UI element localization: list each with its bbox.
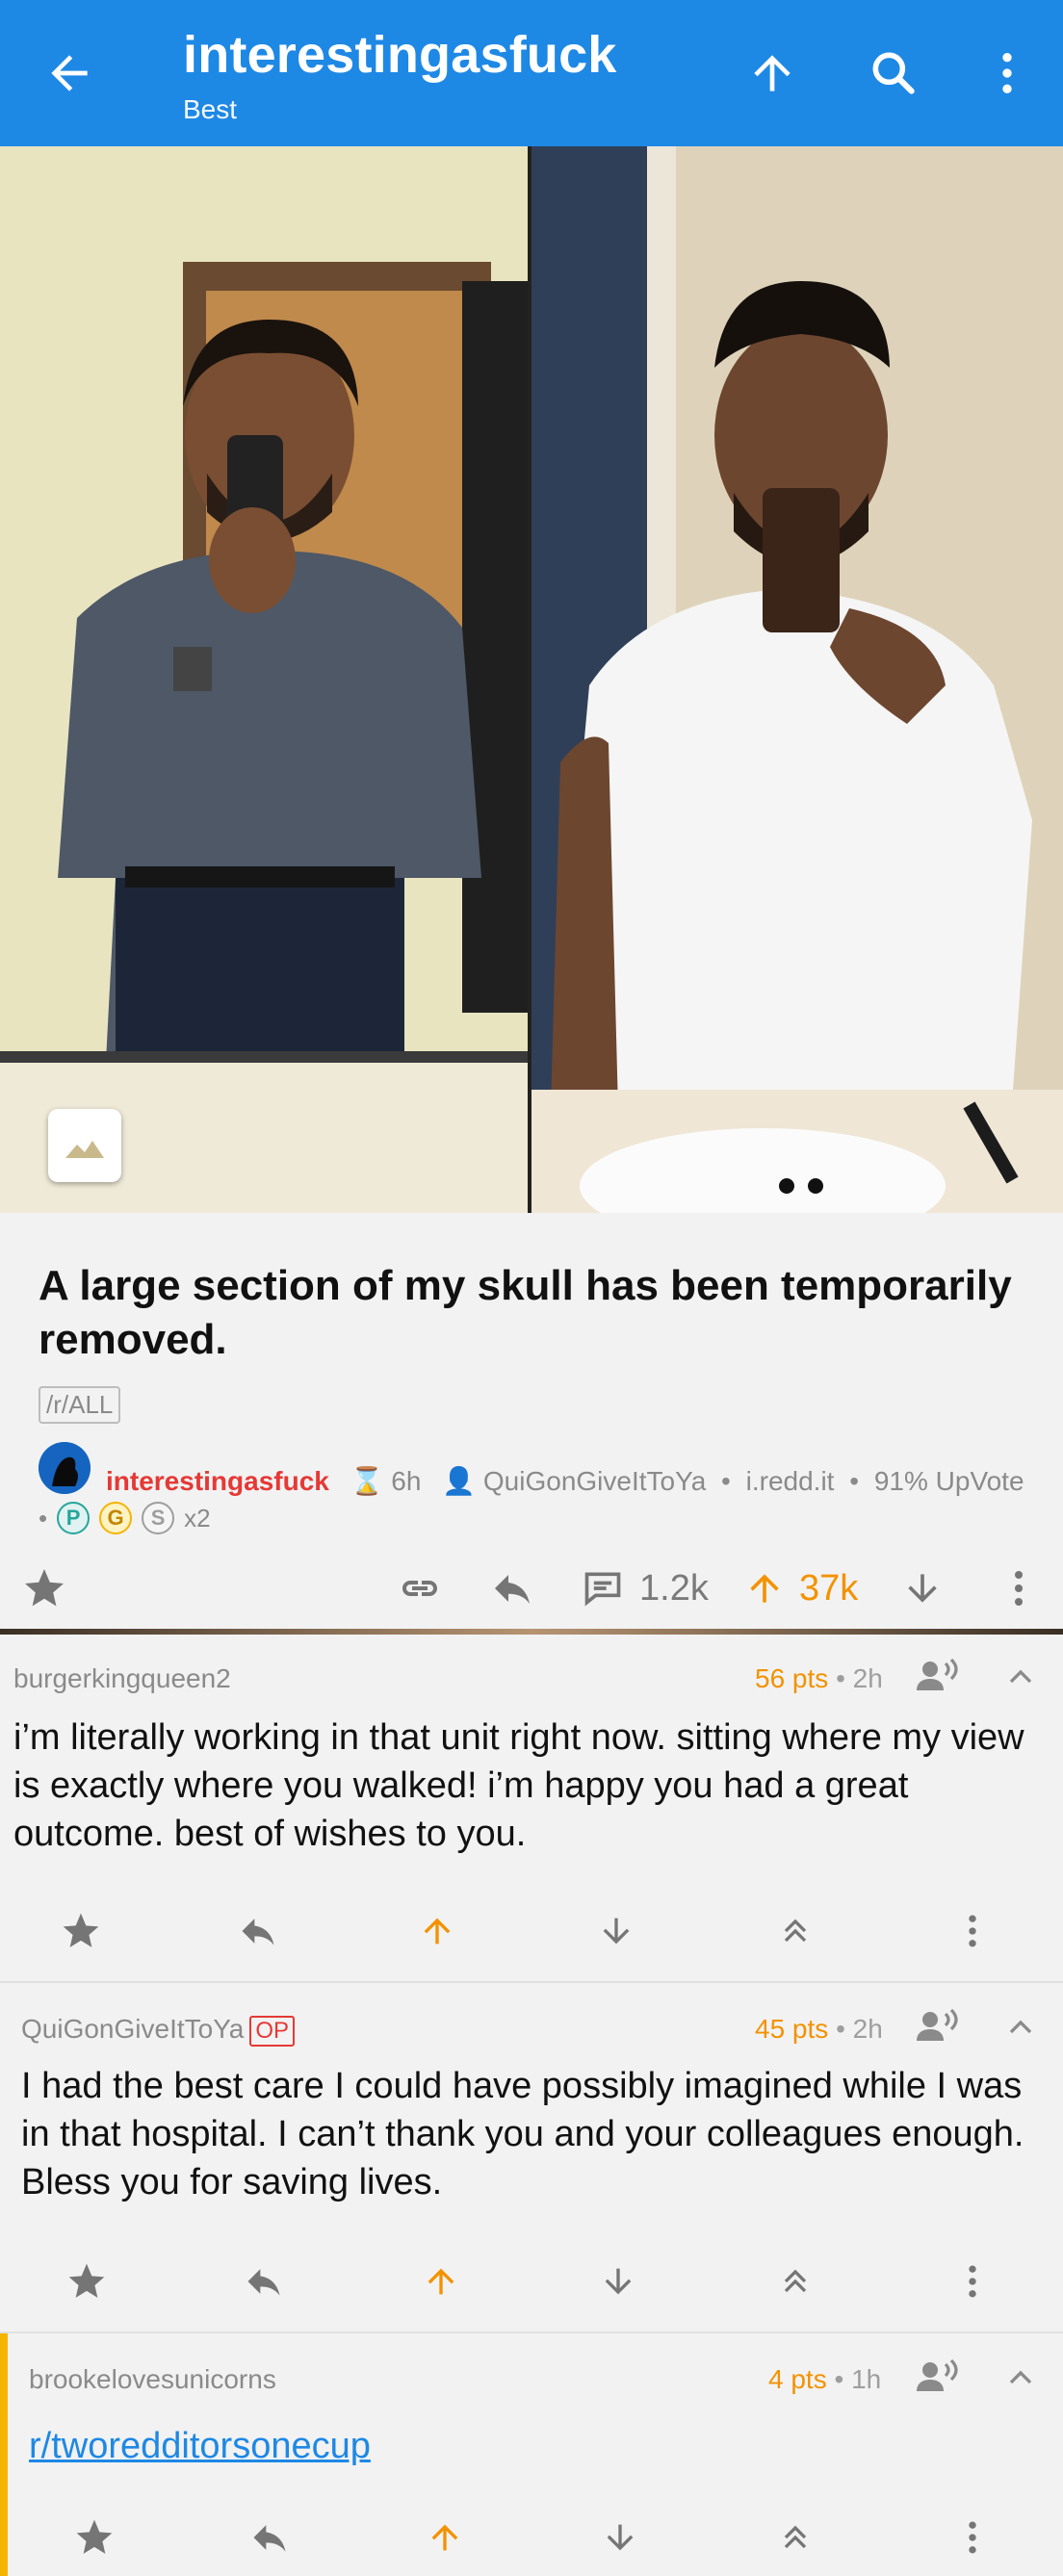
more-vert-icon[interactable] xyxy=(1001,1561,1036,1615)
photo-before xyxy=(0,146,528,1213)
save-star-icon[interactable] xyxy=(52,1902,110,1960)
separator: • xyxy=(836,2014,845,2044)
arrow-up-icon[interactable] xyxy=(745,46,799,100)
save-star-icon[interactable] xyxy=(21,1561,67,1615)
search-icon[interactable] xyxy=(867,46,920,100)
collapse-icon[interactable] xyxy=(1001,2008,1040,2047)
comments-count-button[interactable]: 1.2k xyxy=(582,1561,709,1615)
comment-author-row: QuiGonGiveItToYa OP xyxy=(21,2014,296,2047)
upvote-icon[interactable] xyxy=(412,2253,470,2310)
comment-action-bar xyxy=(0,2503,1063,2570)
parent-comment-icon[interactable] xyxy=(766,1902,824,1960)
reply-icon[interactable] xyxy=(489,1561,535,1615)
speaker-icon[interactable] xyxy=(915,1656,961,1694)
image-type-icon xyxy=(48,1109,121,1182)
comment-body: I had the best care I could have possibl… xyxy=(21,2066,1024,2202)
arrow-left-icon[interactable] xyxy=(42,46,96,100)
comment: brookelovesunicorns 4 pts • 1h r/tworedd… xyxy=(0,2333,1063,2576)
downvote-button[interactable] xyxy=(901,1561,944,1615)
reply-icon[interactable] xyxy=(241,2509,298,2566)
upvote-ratio: 91% UpVote xyxy=(873,1466,1024,1496)
more-vert-icon[interactable] xyxy=(980,46,1034,100)
awards-row: • P G S x2 xyxy=(39,1502,211,1534)
app-bar: interestingasfuck Best xyxy=(0,0,1063,146)
post-author[interactable]: QuiGonGiveItToYa xyxy=(483,1466,706,1496)
reply-icon[interactable] xyxy=(229,1902,287,1960)
post-image[interactable] xyxy=(0,146,1063,1213)
hourglass-icon: ⌛ xyxy=(350,1466,384,1496)
comment-action-bar xyxy=(0,2247,1063,2314)
collapse-icon[interactable] xyxy=(1001,1658,1040,1696)
upvote-icon[interactable] xyxy=(408,1902,466,1960)
comment-points: 56 pts xyxy=(755,1663,829,1693)
award-platinum: P xyxy=(57,1502,91,1534)
photo-after xyxy=(532,146,1063,1213)
comment-author[interactable]: QuiGonGiveItToYa xyxy=(21,2014,244,2044)
separator: • xyxy=(849,1466,860,1496)
person-icon: 👤 xyxy=(442,1466,477,1496)
post-meta: interestingasfuck ⌛ 6h 👤 QuiGonGiveItToY… xyxy=(106,1465,1024,1497)
comment-age: 1h xyxy=(851,2364,882,2394)
subreddit-title: interestingasfuck xyxy=(183,26,617,84)
post-action-bar: 1.2k 37k xyxy=(0,1552,1063,1629)
comment-body: r/tworedditorsonecup xyxy=(29,2422,371,2470)
post-flair: /r/ALL xyxy=(39,1386,121,1424)
more-vert-icon[interactable] xyxy=(944,2253,1001,2310)
collapse-icon[interactable] xyxy=(1001,2358,1040,2397)
comment-age: 2h xyxy=(852,1663,883,1693)
comment-author[interactable]: brookelovesunicorns xyxy=(29,2364,276,2395)
comments-count: 1.2k xyxy=(639,1567,709,1609)
sort-label[interactable]: Best xyxy=(183,94,237,125)
comment-meta: 56 pts • 2h xyxy=(755,1663,883,1694)
save-star-icon[interactable] xyxy=(58,2253,116,2310)
separator: • xyxy=(39,1503,48,1533)
subreddit-avatar[interactable] xyxy=(39,1442,91,1494)
parent-comment-icon[interactable] xyxy=(766,2509,824,2566)
comment-points: 4 pts xyxy=(768,2364,827,2394)
downvote-icon[interactable] xyxy=(587,1902,645,1960)
post-domain[interactable]: i.redd.it xyxy=(746,1466,835,1496)
reply-icon[interactable] xyxy=(235,2253,293,2310)
award-gold: G xyxy=(99,1502,133,1534)
award-silver: S xyxy=(142,1502,175,1534)
more-vert-icon[interactable] xyxy=(944,2509,1001,2566)
more-vert-icon[interactable] xyxy=(944,1902,1001,1960)
downvote-icon[interactable] xyxy=(589,2253,647,2310)
op-badge: OP xyxy=(249,2015,296,2047)
subreddit-link[interactable]: interestingasfuck xyxy=(106,1466,329,1496)
separator: • xyxy=(834,2364,844,2394)
separator: • xyxy=(721,1466,731,1496)
separator: • xyxy=(836,1663,845,1693)
comment: QuiGonGiveItToYa OP 45 pts • 2h I had the… xyxy=(0,1983,1063,2333)
comment-meta: 4 pts • 1h xyxy=(768,2364,881,2395)
link-icon[interactable] xyxy=(397,1561,443,1615)
comment-age: 2h xyxy=(852,2014,883,2044)
comment-meta: 45 pts • 2h xyxy=(755,2014,883,2045)
upvote-icon[interactable] xyxy=(416,2509,474,2566)
comment-action-bar xyxy=(0,1896,1063,1964)
post-details: A large section of my skull has been tem… xyxy=(0,1213,1063,1629)
comment-author[interactable]: burgerkingqueen2 xyxy=(13,1663,231,1694)
comment-points: 45 pts xyxy=(755,2014,829,2044)
downvote-icon[interactable] xyxy=(591,2509,649,2566)
speaker-icon[interactable] xyxy=(915,2357,961,2395)
speaker-icon[interactable] xyxy=(915,2006,961,2045)
parent-comment-icon[interactable] xyxy=(766,2253,824,2310)
comment-body: i’m literally working in that unit right… xyxy=(13,1717,1024,1854)
post-title[interactable]: A large section of my skull has been tem… xyxy=(39,1259,1030,1367)
save-star-icon[interactable] xyxy=(65,2509,123,2566)
comment: burgerkingqueen2 56 pts • 2h i’m literal… xyxy=(0,1635,1063,1983)
post-score: 37k xyxy=(799,1567,859,1609)
subreddit-link[interactable]: r/tworedditorsonecup xyxy=(29,2426,371,2466)
post-age: 6h xyxy=(391,1466,422,1496)
upvote-button[interactable]: 37k xyxy=(743,1561,858,1615)
awards-count: x2 xyxy=(184,1503,211,1533)
